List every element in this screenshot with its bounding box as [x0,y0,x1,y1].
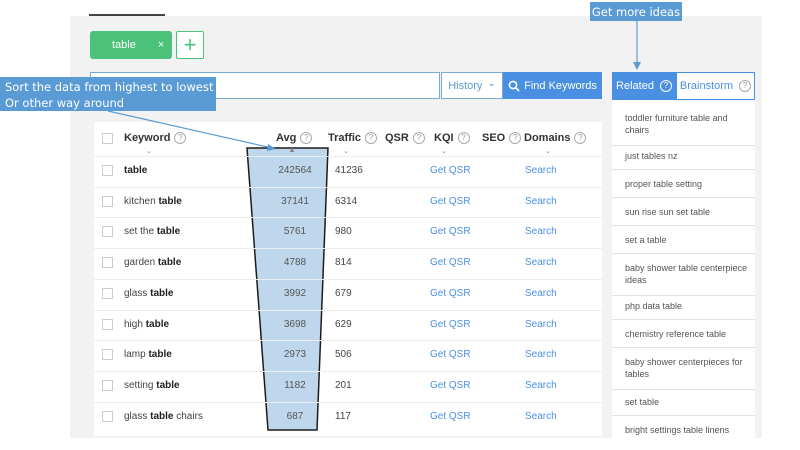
sort-annotation-line1: Sort the data from highest to lowest [5,80,214,94]
sort-annotation: Sort the data from highest to lowest Or … [0,77,216,111]
more-ideas-annotation: Get more ideas [590,2,682,21]
annotation-arrows [107,21,641,151]
sort-annotation-line2: Or other way around [5,96,125,110]
